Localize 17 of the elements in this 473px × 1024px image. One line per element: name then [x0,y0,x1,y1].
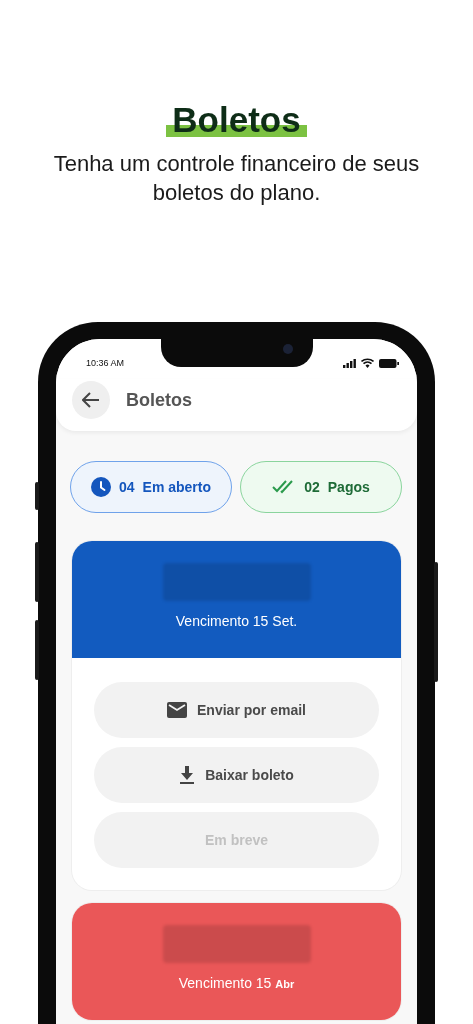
screen-title: Boletos [126,389,192,411]
battery-icon [379,358,399,368]
download-icon [179,766,196,784]
back-arrow-icon [82,392,100,408]
back-button[interactable] [72,381,110,419]
action-button[interactable]: Enviar por email [94,682,379,738]
due-date: Vencimento 15 Set. [175,613,298,629]
clock-icon [90,477,111,497]
signal-icon [343,358,356,368]
page-subtitle: Tenha um controle financeiro de seus boletos do plano. [52,150,421,207]
mail-icon [167,702,188,718]
filter-chip[interactable]: 04 Em aberto [70,461,232,513]
action-button[interactable]: Baixar boleto [94,747,379,803]
status-time: 10:36 AM [86,358,125,368]
due-date: Vencimento 15 Abr [178,975,295,991]
wifi-icon [361,358,374,368]
filter-chip[interactable]: 02 Pagos [240,461,402,513]
